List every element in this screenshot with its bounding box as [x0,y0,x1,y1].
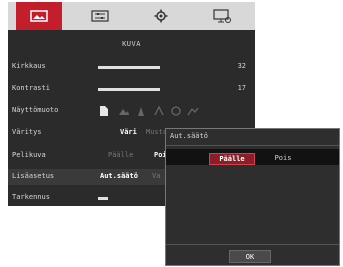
dialog-title: Aut.säätö [170,132,208,140]
tab-display[interactable] [199,2,245,30]
divider [166,244,339,245]
color-label: Väritys [12,128,42,136]
advanced-option-auto-adjust[interactable]: Aut.säätö [100,172,138,180]
tab-adjust[interactable] [77,2,123,30]
sharpness-label: Tarkennus [12,193,50,201]
contrast-value: 17 [237,84,246,92]
brightness-slider[interactable] [98,66,160,69]
divider [166,145,339,146]
tab-picture[interactable] [16,2,62,30]
picture-icon [30,10,48,22]
dialog-option-row: Päälle Pois [166,149,339,165]
on-button[interactable]: Päälle [209,153,255,165]
eco-icon[interactable] [170,105,182,117]
gear-icon [154,9,168,23]
game-picture-option-on[interactable]: Päälle [108,151,133,159]
color-option-color[interactable]: Väri [120,128,137,136]
brightness-value: 32 [237,62,246,70]
color-option-bw[interactable]: Musta [146,128,167,136]
adjust-icon [91,10,109,22]
sharpness-slider[interactable] [98,197,108,200]
game-icon[interactable] [153,105,165,117]
tab-bar [8,2,255,30]
display-mode-label: Näyttömuoto [12,106,59,114]
auto-adjust-dialog: Aut.säätö Päälle Pois OK [165,128,340,266]
brightness-label: Kirkkaus [12,62,46,70]
section-title: KUVA [122,40,141,48]
ok-button[interactable]: OK [229,250,271,263]
row-contrast[interactable]: Kontrasti 17 [8,81,255,97]
row-brightness[interactable]: Kirkkaus 32 [8,59,255,75]
document-icon[interactable] [99,105,109,117]
display-icon [213,9,231,23]
landscape-icon[interactable] [118,105,130,117]
movie-icon[interactable] [135,105,147,117]
row-display-mode[interactable]: Näyttömuoto [8,103,255,119]
advanced-label: Lisäasetus [12,172,55,180]
tab-settings[interactable] [138,2,184,30]
contrast-slider[interactable] [98,88,160,91]
game-picture-label: Pelikuva [12,151,46,159]
user-mode-icon[interactable] [187,105,199,117]
advanced-option-other[interactable]: Va [152,172,160,180]
contrast-label: Kontrasti [12,84,50,92]
off-button[interactable]: Pois [268,153,298,163]
